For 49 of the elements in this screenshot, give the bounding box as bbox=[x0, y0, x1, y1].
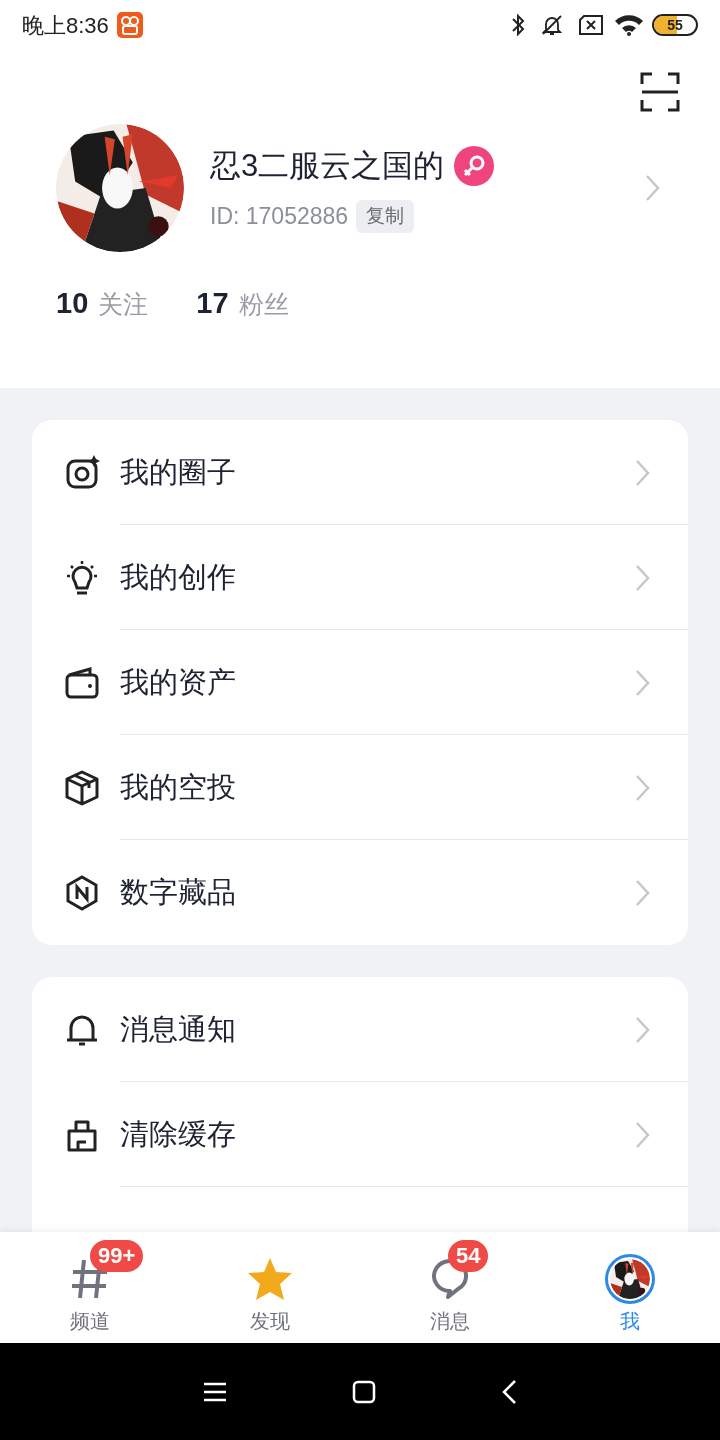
scan-icon[interactable] bbox=[640, 72, 680, 112]
menu-label: 我的资产 bbox=[120, 664, 237, 700]
bluetooth-icon bbox=[510, 13, 526, 37]
stat-count[interactable]: 17 bbox=[196, 282, 229, 326]
wallet-icon bbox=[64, 664, 100, 701]
menu-label: 数字藏品 bbox=[120, 874, 237, 910]
menu-item[interactable]: 清除缓存 bbox=[32, 1082, 688, 1187]
back-icon[interactable] bbox=[501, 1378, 518, 1405]
tab[interactable]: 54 消息 bbox=[360, 1232, 540, 1343]
menu-label: 我的圈子 bbox=[120, 454, 237, 490]
chevron-right-icon bbox=[634, 878, 650, 907]
wifi-icon bbox=[614, 14, 644, 36]
box-icon bbox=[64, 769, 100, 806]
chevron-right-icon bbox=[634, 1120, 650, 1149]
menu-label: 我的空投 bbox=[120, 769, 237, 805]
stat-count[interactable]: 10 bbox=[56, 282, 89, 326]
tab[interactable]: 发现 bbox=[180, 1232, 360, 1343]
menu-label: 清除缓存 bbox=[120, 1116, 237, 1152]
chevron-right-icon bbox=[634, 563, 650, 592]
menu-item[interactable]: 我的创作 bbox=[32, 525, 688, 630]
menu-item[interactable]: 消息通知 bbox=[32, 977, 688, 1082]
badge: 99+ bbox=[90, 1240, 144, 1272]
status-time: 晚上8:36 bbox=[22, 11, 109, 40]
bell-off-icon bbox=[540, 13, 564, 37]
chevron-right-icon bbox=[634, 458, 650, 487]
user-name: 忍3二服云之国的 bbox=[210, 146, 445, 185]
menu-item[interactable]: 我的空投 bbox=[32, 735, 688, 840]
copy-button[interactable]: 复制 bbox=[356, 200, 415, 233]
menu-label: 消息通知 bbox=[120, 1011, 237, 1047]
star-icon bbox=[246, 1256, 294, 1302]
chevron-right-icon bbox=[634, 773, 650, 802]
badge: 54 bbox=[448, 1240, 489, 1272]
female-icon bbox=[454, 145, 495, 186]
menu-label: 我的创作 bbox=[120, 559, 237, 595]
sim-error-icon bbox=[578, 14, 604, 36]
tab[interactable]: 99+ 频道 bbox=[0, 1232, 180, 1343]
menu-icon[interactable] bbox=[202, 1380, 227, 1403]
user-id: ID: 17052886 bbox=[210, 202, 349, 231]
tab[interactable]: 我 bbox=[540, 1232, 720, 1343]
camera-icon bbox=[64, 454, 100, 491]
chevron-right-icon bbox=[634, 668, 650, 697]
menu-item[interactable]: 我的圈子 bbox=[32, 420, 688, 525]
hexagon-n-icon bbox=[64, 874, 100, 911]
app-icon bbox=[116, 12, 143, 38]
chevron-right-icon bbox=[634, 1015, 650, 1044]
home-icon[interactable] bbox=[352, 1379, 376, 1404]
menu-item[interactable]: 我的资产 bbox=[32, 630, 688, 735]
lightbulb-icon bbox=[64, 559, 100, 596]
menu-item[interactable]: 数字藏品 bbox=[32, 840, 688, 945]
